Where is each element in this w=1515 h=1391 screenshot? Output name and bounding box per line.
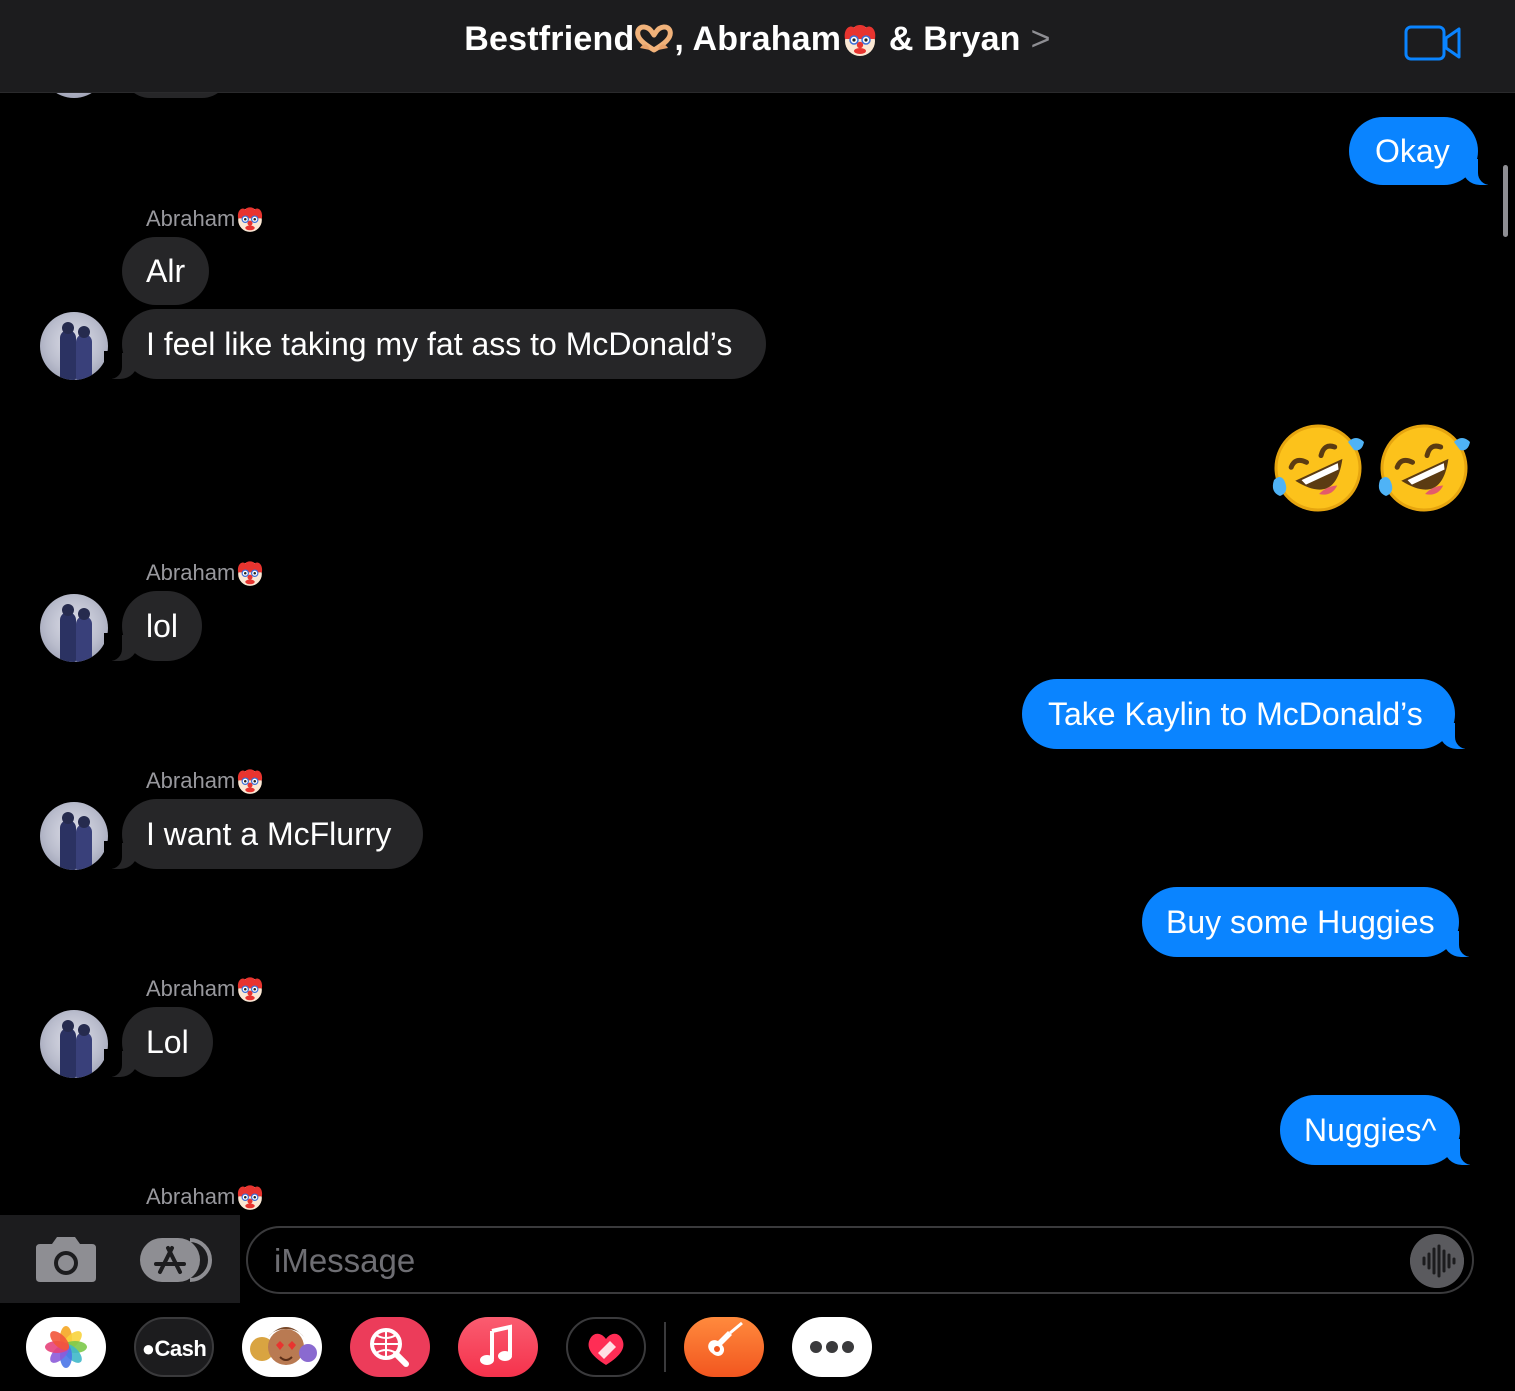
participant-name: & Bryan xyxy=(888,20,1021,58)
received-message-bubble[interactable]: lol xyxy=(103,591,203,661)
sender-name: Abraham xyxy=(146,205,265,235)
conversation-header: Bestfriend, Abraham & Bryan > xyxy=(0,0,1515,93)
audio-message-icon[interactable] xyxy=(1410,1234,1464,1288)
photos-app-icon[interactable] xyxy=(26,1317,106,1377)
received-message-bubble[interactable]: Alr xyxy=(122,237,210,305)
scrollbar[interactable] xyxy=(1503,165,1508,237)
avatar[interactable] xyxy=(40,802,108,870)
heart-hands-emoji-icon xyxy=(635,24,674,53)
conversation-title[interactable]: Bestfriend, Abraham & Bryan > xyxy=(0,20,1515,60)
clown-emoji-icon xyxy=(844,25,876,57)
rofl-emoji-icon xyxy=(1272,424,1364,512)
cash-label: ●Cash xyxy=(141,1336,207,1361)
received-message-bubble[interactable]: I want a McFlurry xyxy=(103,799,424,869)
sent-emoji-message[interactable] xyxy=(1270,420,1480,520)
sent-message-bubble[interactable]: Nuggies^ xyxy=(1280,1095,1479,1165)
app-store-icon[interactable] xyxy=(138,1236,214,1284)
clown-emoji-icon xyxy=(238,561,263,586)
garageband-app-icon[interactable] xyxy=(684,1317,764,1377)
imessage-input[interactable] xyxy=(272,1238,1396,1284)
avatar[interactable] xyxy=(40,594,108,662)
more-apps-icon[interactable] xyxy=(792,1317,872,1377)
chevron-right-icon: > xyxy=(1030,20,1051,58)
sent-message-bubble[interactable]: Okay xyxy=(1349,117,1496,185)
app-drawer-divider xyxy=(664,1322,666,1372)
digital-touch-app-icon[interactable] xyxy=(566,1317,646,1377)
clown-emoji-icon xyxy=(238,769,263,794)
sent-message-bubble[interactable]: Buy some Huggies xyxy=(1142,887,1477,957)
apple-logo-icon: ● xyxy=(141,1336,155,1361)
cash-app-icon[interactable]: ●Cash xyxy=(134,1317,214,1377)
camera-icon[interactable] xyxy=(34,1234,98,1284)
clown-emoji-icon xyxy=(238,207,263,232)
music-app-icon[interactable] xyxy=(458,1317,538,1377)
sent-message-bubble[interactable]: Take Kaylin to McDonald’s xyxy=(1022,679,1473,749)
avatar[interactable] xyxy=(40,1010,108,1078)
clown-emoji-icon xyxy=(238,977,263,1002)
sender-name: Abraham xyxy=(146,559,265,589)
rofl-emoji-icon xyxy=(1378,424,1470,512)
received-message-bubble[interactable]: Lol xyxy=(104,1007,213,1077)
sender-name: Abraham xyxy=(146,767,265,797)
sender-name: Abraham xyxy=(146,975,265,1005)
received-message-bubble[interactable]: I feel like taking my fat ass to McDonal… xyxy=(103,309,767,379)
participant-name: Abraham xyxy=(692,20,842,58)
participant-name: Bestfriend xyxy=(464,20,635,58)
message-input-field[interactable] xyxy=(246,1226,1474,1294)
title-separator: , xyxy=(674,20,693,58)
clown-emoji-icon xyxy=(238,1185,263,1210)
memoji-app-icon[interactable] xyxy=(242,1317,322,1377)
sender-name: Abraham xyxy=(146,1183,265,1213)
images-search-app-icon[interactable] xyxy=(350,1317,430,1377)
avatar[interactable] xyxy=(40,312,108,380)
video-call-icon[interactable] xyxy=(1404,24,1462,62)
